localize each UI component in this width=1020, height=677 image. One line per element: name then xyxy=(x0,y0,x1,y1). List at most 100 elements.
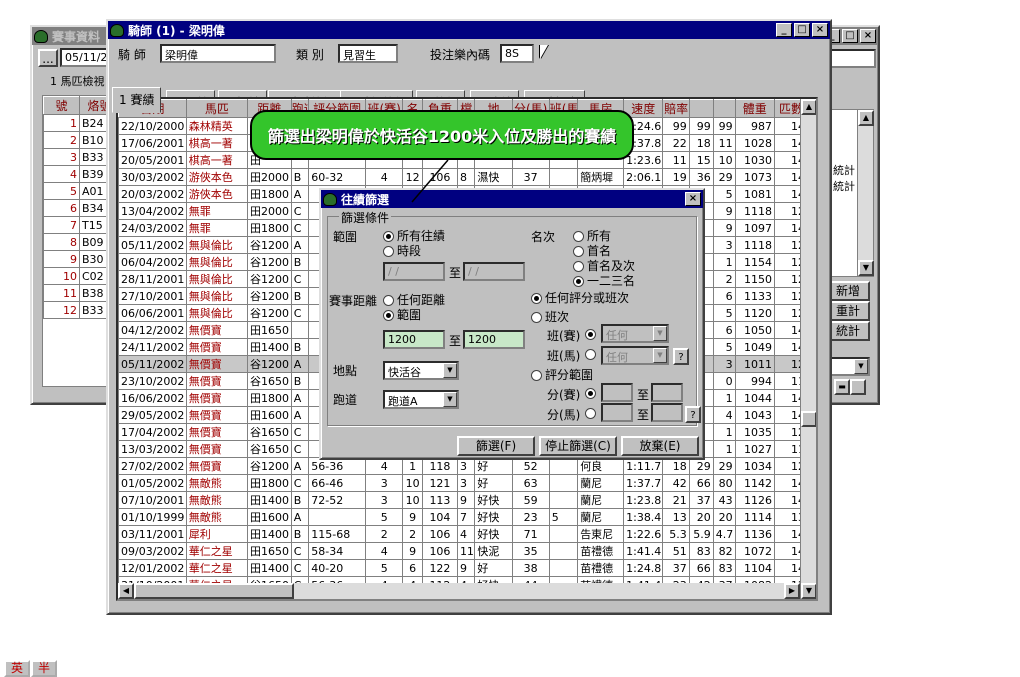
table-row[interactable]: 03/11/2001 犀利 田1400 B 115-68 2 2 106 4 好快 71 告東尼 1:2… xyxy=(118,525,809,543)
grid-hscroll[interactable]: ◀ ▶ xyxy=(118,583,800,599)
cell: 18 xyxy=(662,457,690,475)
place-top3-radio[interactable]: 一二三名 xyxy=(573,272,635,289)
maximize-button[interactable]: □ xyxy=(794,23,810,37)
cell: 1 xyxy=(43,114,80,132)
score-race-radio[interactable] xyxy=(585,386,599,400)
score-horse-from[interactable] xyxy=(601,403,633,422)
class-race-radio[interactable] xyxy=(585,327,599,341)
tab-1[interactable]: 1 賽績 xyxy=(112,87,162,113)
cell xyxy=(548,168,579,186)
ime-bar: 英 半 xyxy=(4,660,57,677)
dots-button[interactable]: ... xyxy=(38,49,58,67)
cell: 80 xyxy=(712,474,736,492)
maximize-button[interactable]: □ xyxy=(842,29,858,43)
menu-frag-1: 統計 xyxy=(833,164,855,177)
add-button[interactable]: 新增 xyxy=(826,281,870,301)
stats-button[interactable]: 統計 xyxy=(826,321,870,341)
class-horse-combo[interactable]: 任何 ▼ xyxy=(601,346,669,365)
cell: 03/11/2001 xyxy=(118,525,187,543)
table-row[interactable]: 01/05/2002 無敵熊 田1800 C 66-46 3 10 121 3 好 63 蘭尼 1:37… xyxy=(118,474,809,492)
cell: C xyxy=(290,202,310,220)
cell: 無敵熊 xyxy=(185,474,249,492)
col-header-16[interactable] xyxy=(712,99,736,118)
cell: 27/10/2001 xyxy=(118,287,187,305)
help-button-1[interactable]: ? xyxy=(673,348,689,365)
table-row[interactable]: 07/10/2001 無敵熊 田1400 B 72-52 3 10 113 9 好快 59 蘭尼 1:2… xyxy=(118,491,809,509)
table-row[interactable]: 09/03/2002 華仁之星 田1650 C 58-34 4 9 106 11 快泥 35 苗禮德 1… xyxy=(118,542,809,560)
recalc-button[interactable]: 重計 xyxy=(826,301,870,321)
distance-range-radio[interactable]: 範圍 xyxy=(383,306,421,323)
close-button[interactable]: × xyxy=(812,23,828,37)
cell: 99 xyxy=(712,117,736,135)
col-header-1[interactable]: 馬匹 xyxy=(185,99,249,118)
cell: 無與倫比 xyxy=(185,270,249,288)
cell: 1035 xyxy=(734,423,775,441)
spin-up[interactable] xyxy=(850,379,866,395)
cell: 無價寶 xyxy=(185,372,249,390)
cell: 1 xyxy=(712,440,736,458)
close-button[interactable]: × xyxy=(685,192,701,206)
cell: 田1800 xyxy=(247,474,292,492)
code-field[interactable]: 8S xyxy=(500,44,534,63)
grid-vscroll[interactable]: ▲ ▼ xyxy=(800,99,816,599)
cell: 田1800 xyxy=(247,219,292,237)
right-combo[interactable]: ▼ xyxy=(826,357,870,376)
table-row[interactable]: 12/01/2002 華仁之星 田1400 C 40-20 5 6 122 9 好 38 苗禮德 1:2… xyxy=(118,559,809,577)
cell: 4 xyxy=(365,457,404,475)
score-race-to[interactable] xyxy=(651,383,683,402)
ime-english-button[interactable]: 英 xyxy=(4,660,30,677)
cell: C xyxy=(290,423,310,441)
class-race-combo[interactable]: 任何 ▼ xyxy=(601,324,669,343)
cell: 4 xyxy=(365,542,404,560)
stop-filter-button[interactable]: 停止篩選(C) xyxy=(539,436,617,456)
d-any-label: 任何距離 xyxy=(397,293,446,307)
table-row[interactable]: 27/02/2002 無價寶 谷1200 A 56-36 4 1 118 3 好 52 何良 1:11.… xyxy=(118,457,809,475)
range-period-radio[interactable]: 時段 xyxy=(383,242,421,259)
score-horse-radio[interactable] xyxy=(585,406,599,420)
col-no[interactable]: 號 xyxy=(43,96,80,115)
right-vscroll[interactable]: ▲ ▼ xyxy=(857,110,874,276)
venue-combo[interactable]: 快活谷 ▼ xyxy=(383,361,459,380)
tab-horse-view[interactable]: 1 馬匹檢視 xyxy=(50,73,105,89)
cell: A xyxy=(290,457,310,475)
cell: A xyxy=(290,185,310,203)
rate-range-radio[interactable]: 評分範圍 xyxy=(531,366,593,383)
minimize-button[interactable]: _ xyxy=(776,23,792,37)
cell: A xyxy=(290,236,310,254)
score-horse-to[interactable] xyxy=(651,403,683,422)
cell: 38 xyxy=(511,559,550,577)
jockey-field[interactable]: 梁明偉 xyxy=(160,44,276,63)
cell: 9 xyxy=(712,219,736,237)
rate-class-radio[interactable]: 班次 xyxy=(531,308,569,325)
class-horse-radio[interactable] xyxy=(585,347,599,361)
category-field[interactable]: 見習生 xyxy=(338,44,398,63)
filter-button[interactable]: 篩選(F) xyxy=(457,436,535,456)
cancel-button[interactable]: 放棄(E) xyxy=(621,436,699,456)
track-combo[interactable]: 跑道A ▼ xyxy=(383,390,459,409)
col-header-17[interactable]: 體重 xyxy=(734,99,775,118)
help-button-2[interactable]: ? xyxy=(685,406,701,423)
col-header-15[interactable] xyxy=(688,99,714,118)
date-to-field[interactable]: / / xyxy=(463,262,525,281)
close-button[interactable]: × xyxy=(860,29,876,43)
table-row[interactable]: 01/10/1999 無敵熊 田1600 A 5 9 104 7 好快 23 5 蘭尼 1:38.4 13… xyxy=(118,508,809,526)
col-header-14[interactable]: 賠率 xyxy=(662,99,690,118)
rate-any-radio[interactable]: 任何評分或班次 xyxy=(531,289,629,306)
right-field[interactable] xyxy=(826,49,876,68)
distance-to-field[interactable]: 1200 xyxy=(463,330,525,349)
spin-down[interactable]: ▬ xyxy=(834,379,850,395)
cell: 1:23.8 xyxy=(623,491,664,509)
ime-half-button[interactable]: 半 xyxy=(31,660,57,677)
cell: 好 xyxy=(474,474,513,492)
cell: 1:38.4 xyxy=(623,508,664,526)
cell: 27/02/2002 xyxy=(118,457,187,475)
score-race-from[interactable] xyxy=(601,383,633,402)
cell: 63 xyxy=(511,474,550,492)
distance-from-field[interactable]: 1200 xyxy=(383,330,445,349)
cell: 1011 xyxy=(734,355,775,373)
range-label: 範圍 xyxy=(333,230,358,244)
date-from-field[interactable]: / / xyxy=(383,262,445,281)
cell: 6 xyxy=(402,559,423,577)
p-123-label: 一二三名 xyxy=(587,274,636,288)
table-row[interactable]: 30/03/2002 游俠本色 田2000 B 60-32 4 12 106 8 濕快 37 簡炳墀 2… xyxy=(118,168,809,186)
